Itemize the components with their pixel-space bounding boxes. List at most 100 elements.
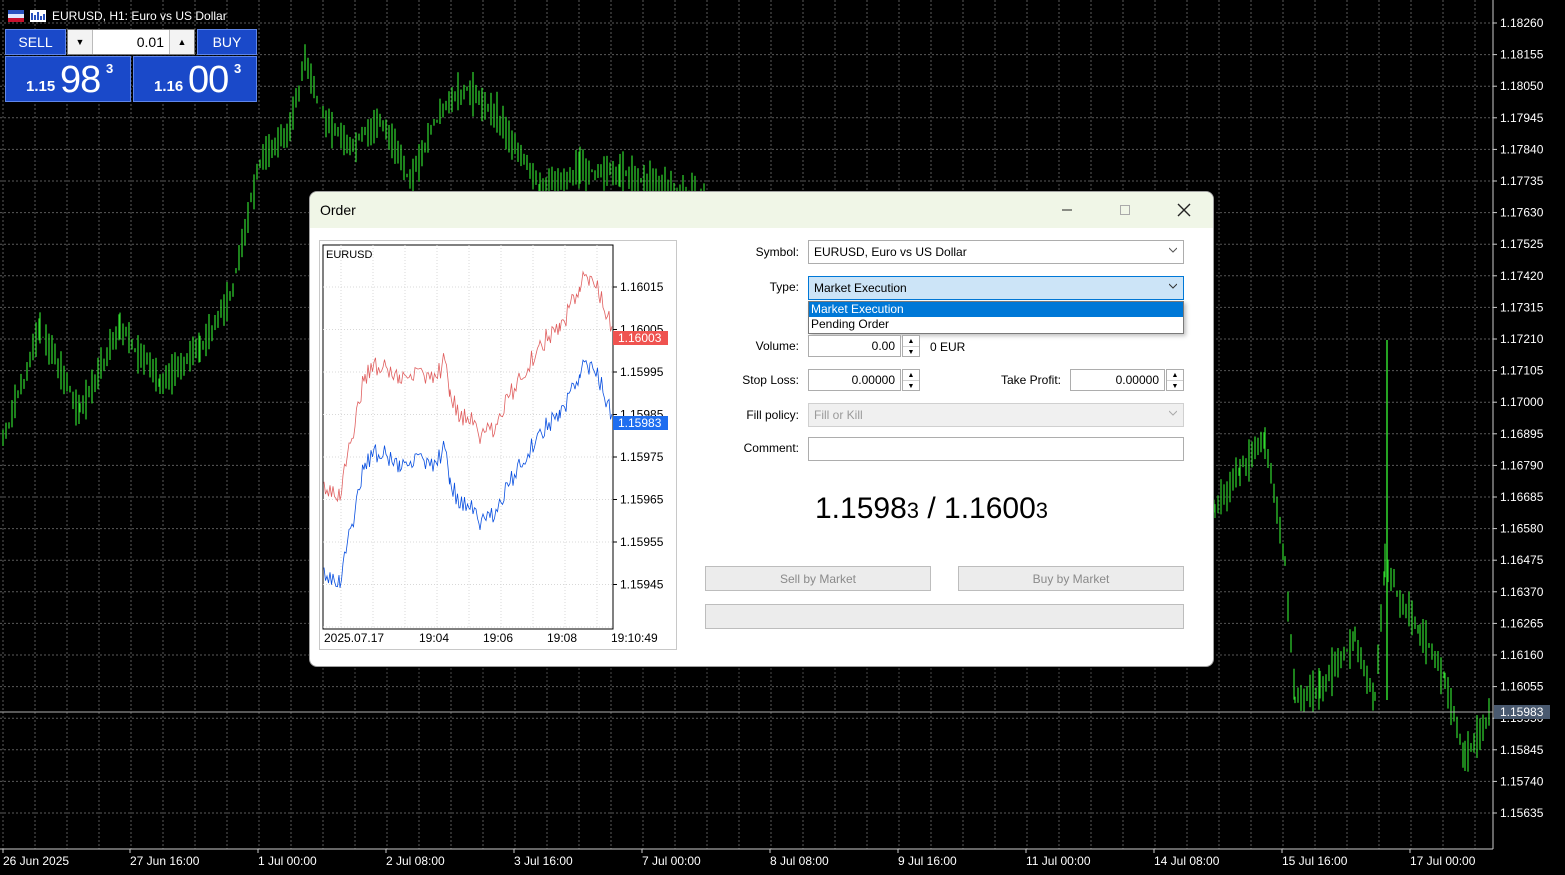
- ask-big: 00: [188, 59, 229, 101]
- minimize-icon[interactable]: [1038, 192, 1096, 228]
- price-separator: /: [919, 492, 945, 525]
- y-tick-label: 1.15845: [1500, 743, 1544, 757]
- buy-by-market-button[interactable]: Buy by Market: [958, 566, 1184, 591]
- chevron-up-icon[interactable]: ▲: [169, 30, 194, 54]
- y-tick-label: 1.17420: [1500, 269, 1544, 283]
- y-tick-label: 1.16685: [1500, 490, 1544, 504]
- bid-price-label: 1.15983: [618, 416, 662, 430]
- bid-price-button[interactable]: 1.15 98 3: [5, 56, 131, 102]
- y-tick-label: 1.16895: [1500, 427, 1544, 441]
- y-tick-label: 1.16475: [1500, 553, 1544, 567]
- y-tick-label: 1.16370: [1500, 585, 1544, 599]
- mini-x-tick-label: 19:10:49: [611, 631, 658, 645]
- option-market-execution[interactable]: Market Execution: [809, 302, 1183, 317]
- current-price-label: 1.15983: [1500, 705, 1544, 719]
- buy-button[interactable]: BUY: [197, 29, 257, 55]
- x-tick-label: 11 Jul 00:00: [1026, 854, 1091, 868]
- mini-y-tick-label: 1.15965: [620, 493, 664, 507]
- ask-prefix: 1.16: [154, 78, 184, 95]
- fill-policy-label: Fill policy:: [746, 408, 799, 422]
- x-tick-label: 1 Jul 00:00: [258, 854, 317, 868]
- volume-value: 0.00: [871, 339, 895, 353]
- x-tick-label: 17 Jul 00:00: [1410, 854, 1476, 868]
- chevron-down-icon: [1169, 283, 1177, 289]
- volume-unit: 0 EUR: [930, 340, 966, 354]
- x-tick-label: 3 Jul 16:00: [514, 854, 573, 868]
- ask-small: 3: [1035, 498, 1049, 523]
- type-select[interactable]: Market Execution: [808, 276, 1184, 300]
- volume-spinner[interactable]: ▲ ▼: [902, 335, 920, 357]
- bid-big: 98: [60, 59, 101, 101]
- type-label: Type:: [769, 280, 799, 294]
- ask-main: 1.1600: [944, 492, 1036, 525]
- y-tick-label: 1.15635: [1500, 806, 1544, 820]
- y-tick-label: 1.18260: [1500, 16, 1544, 30]
- option-pending-order[interactable]: Pending Order: [809, 317, 1183, 332]
- y-tick-label: 1.17945: [1500, 111, 1544, 125]
- x-tick-label: 15 Jul 16:00: [1282, 854, 1348, 868]
- bid-sup: 3: [106, 61, 114, 76]
- chevron-down-icon: [1169, 410, 1177, 416]
- y-tick-label: 1.17735: [1500, 174, 1544, 188]
- x-tick-label: 26 Jun 2025: [3, 854, 69, 868]
- y-tick-label: 1.17105: [1500, 364, 1544, 378]
- y-tick-label: 1.17210: [1500, 332, 1544, 346]
- y-tick-label: 1.16580: [1500, 522, 1544, 536]
- sell-by-market-button[interactable]: Sell by Market: [705, 566, 931, 591]
- stop-loss-value: 0.00000: [851, 373, 895, 387]
- mini-x-tick-label: 19:04: [419, 631, 449, 645]
- y-tick-label: 1.16790: [1500, 458, 1544, 472]
- chevron-down-icon[interactable]: ▼: [68, 30, 93, 54]
- mini-x-tick-label: 2025.07.17: [324, 631, 384, 645]
- type-value: Market Execution: [814, 281, 907, 295]
- y-tick-label: 1.16160: [1500, 648, 1544, 662]
- one-click-trading-panel: SELL ▼ 0.01 ▲ BUY 1.15 98 3 1.16 00 3: [5, 29, 257, 102]
- comment-input[interactable]: [808, 437, 1184, 461]
- order-dialog: Order EURUSD 1.16015 1.16005 1.15995 1.15985…: [309, 191, 1214, 667]
- fill-policy-value: Fill or Kill: [814, 408, 863, 422]
- sell-button[interactable]: SELL: [5, 29, 66, 55]
- take-profit-field[interactable]: 0.00000: [1070, 369, 1165, 391]
- close-icon[interactable]: [1155, 192, 1213, 228]
- ask-price-button[interactable]: 1.16 00 3: [133, 56, 257, 102]
- take-profit-value: 0.00000: [1115, 373, 1159, 387]
- mini-x-tick-label: 19:08: [547, 631, 577, 645]
- mini-symbol-label: EURUSD: [326, 249, 373, 261]
- mini-x-tick-label: 19:06: [483, 631, 513, 645]
- dialog-titlebar[interactable]: Order: [310, 192, 1213, 228]
- chevron-down-icon: [1169, 247, 1177, 253]
- volume-input[interactable]: 0.01: [94, 30, 168, 54]
- mini-y-tick-label: 1.15975: [620, 450, 664, 464]
- x-tick-label: 7 Jul 00:00: [642, 854, 701, 868]
- y-tick-label: 1.17000: [1500, 395, 1544, 409]
- x-tick-label: 27 Jun 16:00: [130, 854, 200, 868]
- bid-main: 1.1598: [815, 492, 907, 525]
- chart-header: EURUSD, H1: Euro vs US Dollar: [8, 8, 227, 24]
- symbol-select[interactable]: EURUSD, Euro vs US Dollar: [808, 240, 1184, 264]
- x-tick-label: 9 Jul 16:00: [898, 854, 957, 868]
- maximize-icon[interactable]: [1096, 192, 1154, 228]
- bid-ask-display: 1.15983 / 1.16003: [815, 492, 1048, 526]
- y-tick-label: 1.15740: [1500, 774, 1544, 788]
- volume-label: Volume:: [755, 339, 799, 353]
- y-tick-label: 1.16055: [1500, 680, 1544, 694]
- stop-loss-label: Stop Loss:: [742, 373, 799, 387]
- type-dropdown-list: Market Execution Pending Order: [808, 301, 1184, 334]
- x-tick-label: 14 Jul 08:00: [1154, 854, 1220, 868]
- stop-loss-field[interactable]: 0.00000: [808, 369, 901, 391]
- volume-field[interactable]: 0.00: [808, 335, 901, 357]
- bid-small: 3: [906, 498, 920, 523]
- mini-y-tick-label: 1.16015: [620, 280, 664, 294]
- y-tick-label: 1.16265: [1500, 616, 1544, 630]
- stop-loss-spinner[interactable]: ▲ ▼: [902, 369, 920, 391]
- bid-prefix: 1.15: [26, 78, 56, 95]
- x-tick-label: 2 Jul 08:00: [386, 854, 445, 868]
- symbol-value: EURUSD, Euro vs US Dollar: [814, 245, 967, 259]
- y-tick-label: 1.17630: [1500, 206, 1544, 220]
- take-profit-spinner[interactable]: ▲ ▼: [1166, 369, 1184, 391]
- chart-type-icon: [30, 10, 46, 22]
- action-button[interactable]: [705, 604, 1184, 629]
- dialog-title: Order: [320, 202, 356, 218]
- fill-policy-select[interactable]: Fill or Kill: [808, 403, 1184, 427]
- y-tick-label: 1.18155: [1500, 48, 1544, 62]
